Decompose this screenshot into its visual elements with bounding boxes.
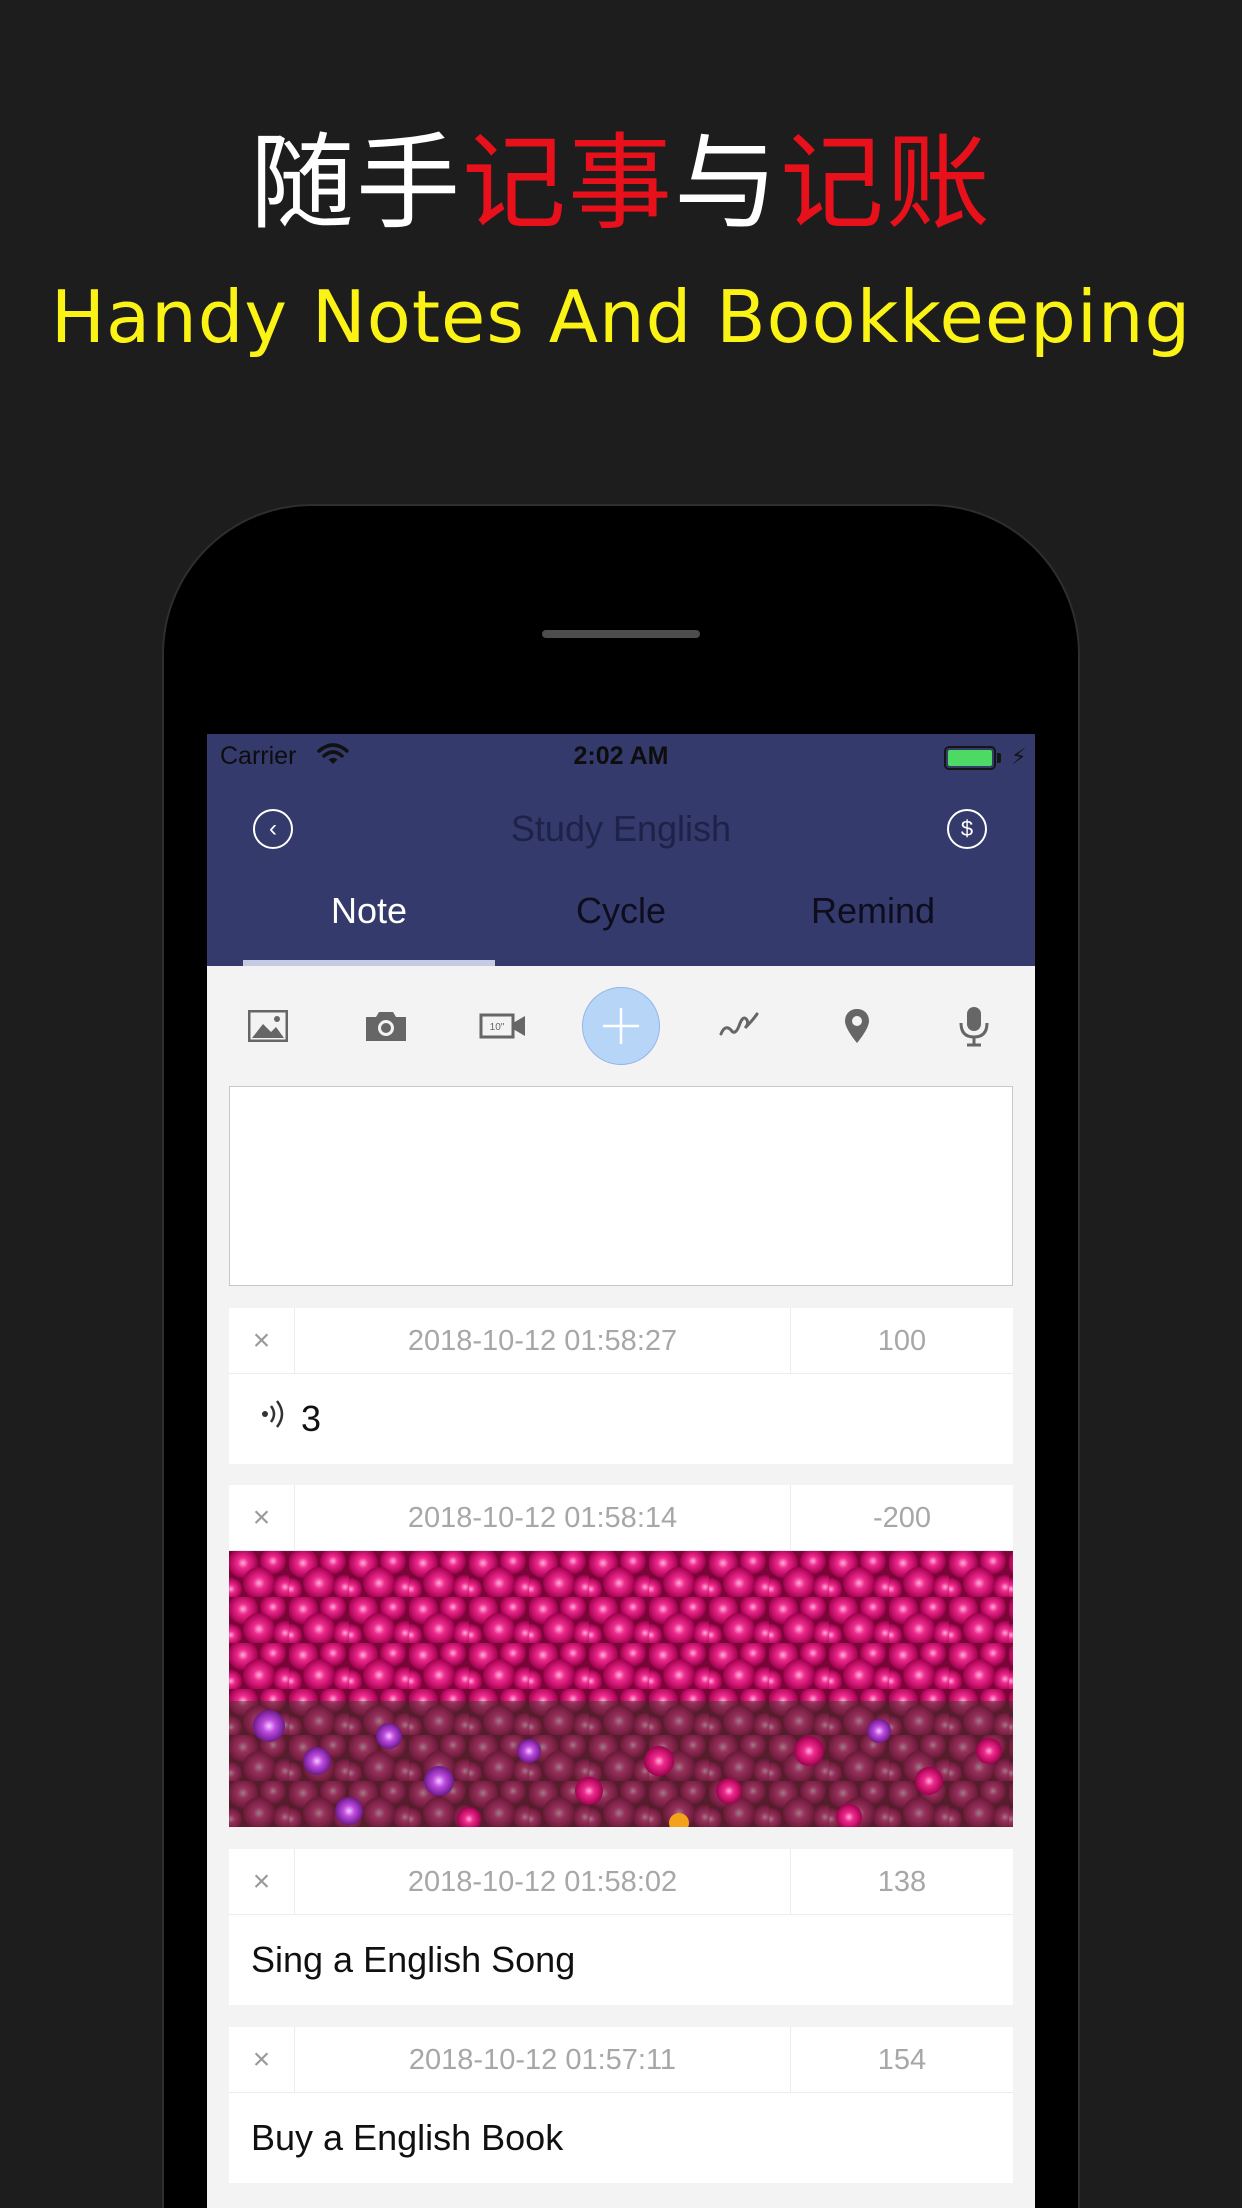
video-button[interactable]: 10" (467, 990, 539, 1062)
plus-icon (603, 1008, 639, 1044)
attachment-toolbar: 10" (207, 966, 1035, 1086)
delete-entry-button[interactable]: × (229, 1849, 295, 1915)
tab-remind[interactable]: Remind (747, 882, 999, 966)
promo-headline: 随手记事与记账 (0, 118, 1242, 248)
status-bar: Carrier 2:02 AM ⚡ (207, 734, 1035, 776)
microphone-icon (959, 1007, 989, 1047)
delete-entry-button[interactable]: × (229, 2027, 295, 2093)
flower-field-photo (229, 1551, 1013, 1827)
location-pin-icon (845, 1009, 869, 1043)
delete-entry-button[interactable]: × (229, 1308, 295, 1374)
location-button[interactable] (821, 990, 893, 1062)
bookkeeping-button[interactable]: $ (947, 809, 987, 849)
headline-part-4: 记账 (780, 122, 993, 244)
entry-header: × 2018-10-12 01:57:11 154 (229, 2027, 1013, 2093)
delete-entry-button[interactable]: × (229, 1485, 295, 1551)
promo-subtitle: Handy Notes And Bookkeeping (50, 275, 1192, 359)
title-row: ‹ Study English $ (207, 794, 1035, 864)
entry-header: × 2018-10-12 01:58:27 100 (229, 1308, 1013, 1374)
note-entry: × 2018-10-12 01:58:14 -200 (229, 1485, 1013, 1827)
app-screen: Carrier 2:02 AM ⚡ ‹ Study English $ Note… (207, 734, 1035, 2208)
headline-part-3: 与 (674, 122, 781, 244)
battery-icon (944, 746, 996, 770)
note-text-input[interactable] (229, 1086, 1013, 1286)
entry-amount: 154 (877, 2044, 927, 2076)
note-entry: × 2018-10-12 01:58:02 138 Sing a English… (229, 1849, 1013, 2005)
signature-icon (719, 1012, 759, 1036)
entry-date: 2018-10-12 01:58:14 (295, 1485, 791, 1551)
phone-speaker (542, 630, 700, 638)
dollar-coin-icon: $ (960, 816, 974, 841)
charging-bolt-icon: ⚡ (1011, 744, 1027, 769)
note-entry: × 2018-10-12 01:57:11 154 Buy a English … (229, 2027, 1013, 2183)
tab-note[interactable]: Note (243, 882, 495, 966)
entry-header: × 2018-10-12 01:58:02 138 (229, 1849, 1013, 1915)
page-title: Study English (510, 808, 732, 849)
entry-amount: 138 (877, 1866, 927, 1898)
add-button[interactable] (582, 987, 660, 1065)
navigation-bar: Carrier 2:02 AM ⚡ ‹ Study English $ Note… (207, 734, 1035, 966)
entry-header: × 2018-10-12 01:58:14 -200 (229, 1485, 1013, 1551)
handwriting-button[interactable] (703, 990, 775, 1062)
video-icon: 10" (479, 1013, 525, 1039)
audio-duration: 3 (301, 1398, 322, 1439)
entry-photo[interactable] (229, 1551, 1013, 1827)
audio-wave-icon[interactable] (259, 1396, 291, 1432)
entry-date: 2018-10-12 01:57:11 (295, 2027, 791, 2093)
entry-date: 2018-10-12 01:58:02 (295, 1849, 791, 1915)
headline-part-1: 随手 (249, 122, 462, 244)
voice-record-button[interactable] (938, 990, 1010, 1062)
entry-text: Sing a English Song (251, 1939, 576, 1980)
battery-tip (997, 753, 1001, 763)
tab-cycle[interactable]: Cycle (495, 882, 747, 966)
image-icon (248, 1010, 288, 1042)
video-duration-badge: 10" (490, 1022, 505, 1033)
entry-amount: 100 (877, 1325, 927, 1357)
entry-amount: -200 (872, 1502, 932, 1534)
status-time: 2:02 AM (573, 742, 669, 770)
camera-icon (366, 1012, 406, 1041)
entry-date: 2018-10-12 01:58:27 (295, 1308, 791, 1374)
headline-part-2: 记事 (461, 122, 674, 244)
add-image-button[interactable] (232, 990, 304, 1062)
entry-text: Buy a English Book (251, 2117, 564, 2158)
note-entry: × 2018-10-12 01:58:27 100 3 (229, 1308, 1013, 1464)
camera-button[interactable] (350, 990, 422, 1062)
tab-bar: Note Cycle Remind (207, 882, 1035, 966)
